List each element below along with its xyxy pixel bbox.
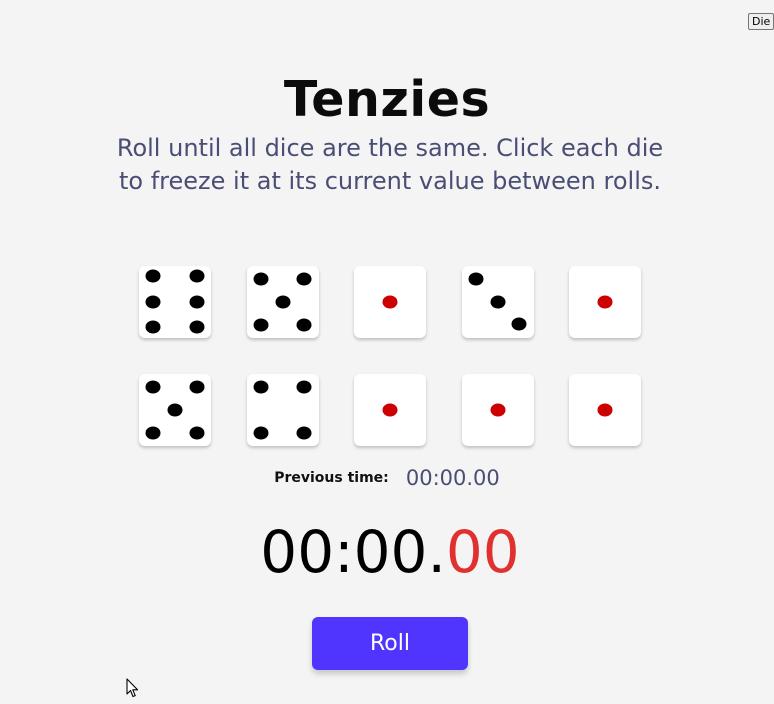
mouse-pointer-icon: [126, 678, 139, 698]
die-8[interactable]: [354, 374, 426, 446]
die-pip: [189, 320, 205, 334]
die-button[interactable]: Die: [748, 13, 774, 30]
die-7[interactable]: [246, 374, 319, 446]
die-pip: [253, 272, 269, 286]
timer-milliseconds: 00: [445, 518, 520, 586]
die-pip: [145, 295, 161, 309]
die-pip: [597, 295, 613, 309]
current-timer: 00:00.00: [0, 515, 774, 589]
die-pip: [145, 320, 161, 334]
timer-main: 00:00.: [260, 518, 446, 586]
die-3[interactable]: [354, 266, 426, 338]
die-pip: [145, 380, 161, 394]
die-9[interactable]: [461, 374, 534, 446]
die-pip: [189, 426, 205, 440]
die-pip: [382, 295, 398, 309]
die-pip: [296, 272, 312, 286]
die-pip: [253, 318, 269, 332]
die-pip: [468, 272, 484, 286]
die-pip: [189, 380, 205, 394]
die-6[interactable]: [139, 374, 211, 446]
die-pip: [189, 295, 205, 309]
previous-time-label: Previous time:: [274, 470, 389, 486]
page-title: Tenzies: [283, 71, 491, 128]
die-pip: [296, 380, 312, 394]
die-pip: [253, 380, 269, 394]
die-5[interactable]: [569, 266, 641, 338]
die-2[interactable]: [246, 266, 319, 338]
die-4[interactable]: [461, 266, 534, 338]
instructions-text: Roll until all dice are the same. Click …: [116, 134, 664, 195]
die-1[interactable]: [139, 266, 211, 338]
die-pip: [490, 403, 505, 417]
die-pip: [275, 295, 290, 309]
die-pip: [145, 269, 161, 283]
die-pip: [382, 403, 398, 417]
previous-time-row: Previous time: 00:00.00: [0, 466, 774, 490]
die-pip: [597, 403, 613, 417]
dice-grid: [139, 266, 641, 446]
die-pip: [296, 318, 312, 332]
die-pip: [189, 269, 205, 283]
previous-time-value: 00:00.00: [405, 466, 500, 490]
tenzies-page: Die Tenzies Roll until all dice are the …: [0, 0, 774, 704]
die-pip: [296, 426, 312, 440]
die-10[interactable]: [569, 374, 641, 446]
roll-button[interactable]: Roll: [312, 617, 468, 670]
die-pip: [490, 295, 505, 309]
die-pip: [167, 403, 183, 417]
die-pip: [145, 426, 161, 440]
die-pip: [511, 317, 527, 331]
die-pip: [253, 426, 269, 440]
